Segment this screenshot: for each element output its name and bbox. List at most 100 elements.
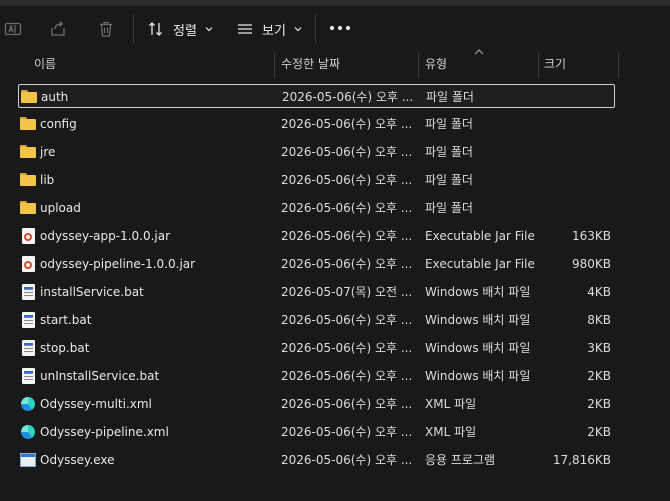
file-row[interactable]: auth 2026-05-06(수) 오후 ... 파일 폴더 <box>18 84 615 108</box>
batch-file-icon <box>20 368 37 384</box>
file-row[interactable]: odyssey-app-1.0.0.jar 2026-05-06(수) 오후 ..… <box>18 224 615 248</box>
file-row[interactable]: jre 2026-05-06(수) 오후 ... 파일 폴더 <box>18 140 615 164</box>
file-row[interactable]: start.bat 2026-05-06(수) 오후 ... Windows 배치 … <box>18 308 615 332</box>
file-name: stop.bat <box>40 341 90 355</box>
column-header-date[interactable]: 수정한 날짜 <box>281 52 415 78</box>
folder-icon <box>20 144 37 160</box>
folder-icon <box>20 116 37 132</box>
file-row[interactable]: stop.bat 2026-05-06(수) 오후 ... Windows 배치 파… <box>18 336 615 360</box>
file-type: Windows 배치 파일 <box>425 285 531 299</box>
file-type: XML 파일 <box>425 397 477 411</box>
sort-label: 정렬 <box>173 23 197 39</box>
sort-button[interactable]: 정렬 <box>148 16 213 42</box>
column-header-row: 이름 수정한 날짜 유형 크기 <box>0 49 670 78</box>
file-type: 파일 폴더 <box>425 173 473 187</box>
file-type: 파일 폴더 <box>425 145 473 159</box>
file-name: Odyssey.exe <box>40 453 115 467</box>
file-type: Executable Jar File <box>425 229 535 243</box>
jar-file-icon <box>20 256 37 272</box>
folder-icon <box>21 89 38 105</box>
file-row[interactable]: installService.bat 2026-05-07(목) 오전 ... Wi… <box>18 280 615 304</box>
file-date: 2026-05-06(수) 오후 ... <box>281 117 413 131</box>
file-date: 2026-05-06(수) 오후 ... <box>281 145 413 159</box>
file-name: lib <box>40 173 55 187</box>
sort-icon <box>149 22 162 36</box>
file-type: Windows 배치 파일 <box>425 341 531 355</box>
file-size: 8KB <box>587 313 611 327</box>
file-date: 2026-05-06(수) 오후 ... <box>281 201 413 215</box>
file-name: unInstallService.bat <box>40 369 160 383</box>
file-type: 파일 폴더 <box>425 117 473 131</box>
file-date: 2026-05-06(수) 오후 ... <box>281 313 413 327</box>
rename-icon[interactable] <box>4 20 22 38</box>
more-options-button[interactable] <box>330 23 350 33</box>
xml-file-icon <box>20 396 37 412</box>
file-date: 2026-05-07(목) 오전 ... <box>281 285 413 299</box>
command-bar: 정렬 보기 <box>0 6 670 52</box>
file-size: 3KB <box>587 341 611 355</box>
file-row[interactable]: Odyssey.exe 2026-05-06(수) 오후 ... 응용 프로그램 17… <box>18 448 615 472</box>
column-header-name[interactable]: 이름 <box>34 52 272 78</box>
file-row[interactable]: unInstallService.bat 2026-05-06(수) 오후 ...… <box>18 364 615 388</box>
batch-file-icon <box>20 340 37 356</box>
file-name: start.bat <box>40 313 92 327</box>
folder-icon <box>20 200 37 216</box>
toolbar-separator <box>315 14 316 44</box>
batch-file-icon <box>20 284 37 300</box>
column-divider[interactable] <box>418 52 419 78</box>
chevron-down-icon <box>294 27 302 32</box>
file-date: 2026-05-06(수) 오후 ... <box>281 369 413 383</box>
more-dot <box>338 26 342 30</box>
file-size: 980KB <box>571 257 611 271</box>
column-divider[interactable] <box>538 52 539 78</box>
xml-file-icon <box>20 424 37 440</box>
view-list-icon <box>238 24 252 34</box>
file-date: 2026-05-06(수) 오후 ... <box>281 173 413 187</box>
file-row[interactable]: lib 2026-05-06(수) 오후 ... 파일 폴더 <box>18 168 615 192</box>
file-type: 파일 폴더 <box>426 90 474 104</box>
file-size: 2KB <box>587 425 611 439</box>
folder-icon <box>20 172 37 188</box>
file-date: 2026-05-06(수) 오후 ... <box>281 257 413 271</box>
file-row[interactable]: odyssey-pipeline-1.0.0.jar 2026-05-06(수) … <box>18 252 615 276</box>
toolbar-separator <box>133 14 134 44</box>
file-type: Executable Jar File <box>425 257 535 271</box>
file-row[interactable]: upload 2026-05-06(수) 오후 ... 파일 폴더 <box>18 196 615 220</box>
chevron-down-icon <box>205 27 213 32</box>
file-name: installService.bat <box>40 285 144 299</box>
file-date: 2026-05-06(수) 오후 ... <box>282 90 414 104</box>
batch-file-icon <box>20 312 37 328</box>
file-row[interactable]: Odyssey-pipeline.xml 2026-05-06(수) 오후 ...… <box>18 420 615 444</box>
file-name: config <box>40 117 77 131</box>
file-name: Odyssey-pipeline.xml <box>40 425 169 439</box>
file-type: Windows 배치 파일 <box>425 369 531 383</box>
file-date: 2026-05-06(수) 오후 ... <box>281 397 413 411</box>
file-name: odyssey-app-1.0.0.jar <box>40 229 171 243</box>
share-icon[interactable] <box>49 20 67 38</box>
file-size: 4KB <box>587 285 611 299</box>
column-divider[interactable] <box>618 52 619 78</box>
jar-file-icon <box>20 228 37 244</box>
file-row[interactable]: config 2026-05-06(수) 오후 ... 파일 폴더 <box>18 112 615 136</box>
file-name: Odyssey-multi.xml <box>40 397 152 411</box>
file-date: 2026-05-06(수) 오후 ... <box>281 425 413 439</box>
more-dot <box>346 26 350 30</box>
file-size: 17,816KB <box>552 453 611 467</box>
file-name: upload <box>40 201 81 215</box>
view-button[interactable]: 보기 <box>237 16 302 42</box>
file-type: 파일 폴더 <box>425 201 473 215</box>
delete-icon[interactable] <box>97 20 115 38</box>
file-row[interactable]: Odyssey-multi.xml 2026-05-06(수) 오후 ... XML… <box>18 392 615 416</box>
file-size: 2KB <box>587 369 611 383</box>
more-dot <box>330 26 334 30</box>
file-date: 2026-05-06(수) 오후 ... <box>281 229 413 243</box>
file-date: 2026-05-06(수) 오후 ... <box>281 341 413 355</box>
file-size: 2KB <box>587 397 611 411</box>
sort-ascending-icon <box>474 49 484 55</box>
file-type: 응용 프로그램 <box>425 453 496 467</box>
column-divider[interactable] <box>274 52 275 78</box>
file-size: 163KB <box>571 229 611 243</box>
file-type: XML 파일 <box>425 425 477 439</box>
column-header-size[interactable]: 크기 <box>544 52 614 78</box>
file-type: Windows 배치 파일 <box>425 313 531 327</box>
